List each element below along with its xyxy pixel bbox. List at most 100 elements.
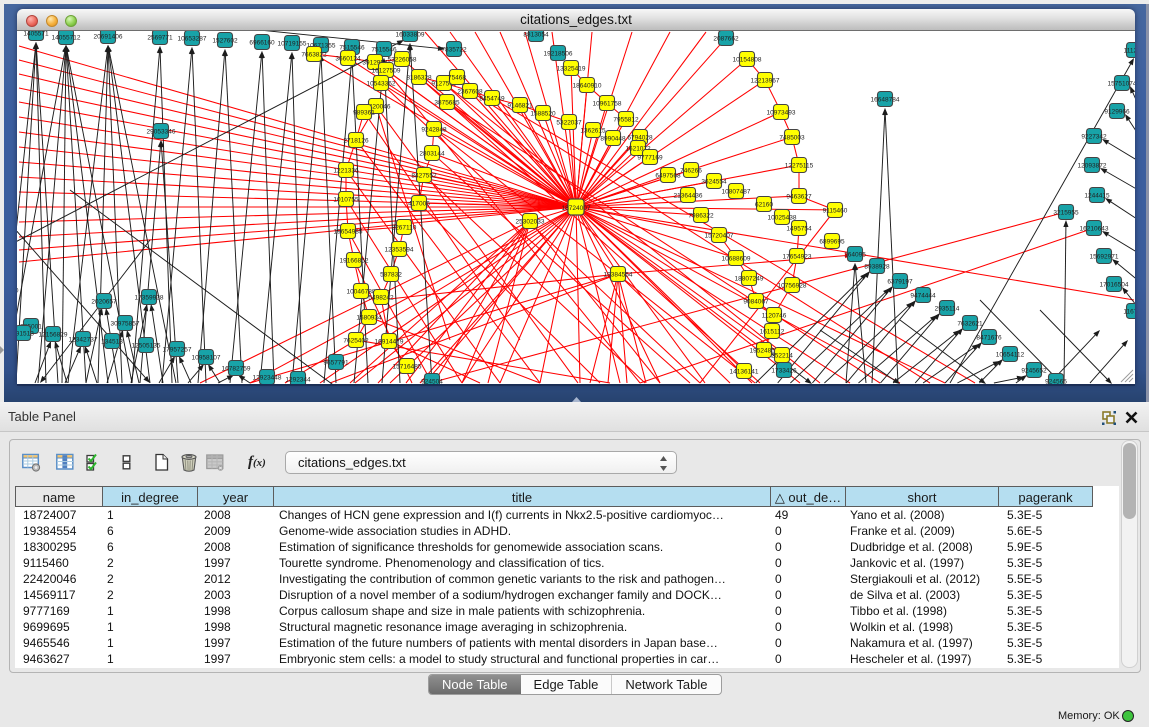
svg-text:75468: 75468 (448, 75, 466, 82)
svg-text:6966160: 6966160 (249, 40, 275, 47)
svg-text:1292344: 1292344 (285, 377, 311, 384)
svg-text:21364436: 21364436 (674, 193, 703, 200)
svg-text:2020657: 2020657 (91, 299, 117, 306)
svg-text:30975857: 30975857 (111, 321, 140, 328)
svg-text:19654985: 19654985 (334, 229, 363, 236)
svg-text:10958107: 10958107 (192, 355, 221, 362)
svg-text:15751074: 15751074 (1108, 81, 1135, 88)
svg-text:12342737: 12342737 (69, 337, 98, 344)
svg-text:9245652: 9245652 (1021, 368, 1047, 375)
svg-text:1527602: 1527602 (212, 38, 238, 45)
svg-text:5498242: 5498242 (368, 295, 394, 302)
svg-text:10756928: 10756928 (778, 283, 807, 290)
svg-text:8454749: 8454749 (479, 96, 505, 103)
svg-text:2718126: 2718126 (343, 138, 369, 145)
svg-text:12213967: 12213967 (751, 78, 780, 85)
svg-text:17957257: 17957257 (163, 347, 192, 354)
svg-text:16127509: 16127509 (372, 68, 401, 75)
svg-text:8938928: 8938928 (864, 264, 890, 271)
svg-text:3267110: 3267110 (392, 225, 417, 232)
svg-text:17359938: 17359938 (135, 295, 164, 302)
svg-text:9657791: 9657791 (323, 360, 349, 367)
svg-text:17654923: 17654923 (783, 254, 812, 261)
svg-text:16782759: 16782759 (222, 366, 251, 373)
svg-text:1495754: 1495754 (786, 226, 812, 233)
svg-text:9242848: 9242848 (421, 127, 447, 134)
svg-text:7625402: 7625402 (343, 338, 369, 345)
svg-text:391513: 391513 (17, 331, 34, 338)
svg-text:1120746: 1120746 (762, 313, 787, 320)
svg-text:5322037: 5322037 (556, 120, 582, 127)
svg-text:10973493: 10973493 (767, 110, 796, 117)
svg-text:989361: 989361 (353, 110, 375, 117)
svg-text:7485003: 7485003 (779, 135, 805, 142)
svg-text:14136141: 14136141 (730, 369, 759, 376)
svg-text:17016504: 17016504 (1100, 282, 1129, 289)
svg-text:3215955: 3215955 (1053, 210, 1079, 217)
svg-text:2087662: 2087662 (713, 36, 739, 43)
svg-text:134513: 134513 (101, 339, 123, 346)
svg-text:7632621: 7632621 (957, 321, 983, 328)
svg-text:18724007: 18724007 (562, 205, 591, 212)
svg-text:417006: 417006 (408, 201, 430, 208)
svg-text:8186328: 8186328 (406, 75, 432, 82)
svg-text:8427552: 8427552 (411, 173, 437, 180)
svg-text:19218506: 19218506 (544, 51, 573, 58)
svg-text:16914479: 16914479 (375, 339, 404, 346)
svg-text:25302033: 25302033 (516, 219, 545, 226)
svg-text:7955812: 7955812 (613, 117, 639, 124)
svg-text:19384554: 19384554 (604, 272, 633, 279)
svg-text:6497568: 6497568 (655, 173, 681, 180)
svg-text:7663822: 7663822 (301, 52, 327, 59)
svg-text:15692971: 15692971 (1090, 254, 1119, 261)
svg-text:1244415: 1244415 (1084, 193, 1110, 200)
svg-text:10154808: 10154808 (733, 57, 762, 64)
svg-text:7986322: 7986322 (688, 213, 714, 220)
svg-text:1588520: 1588520 (530, 111, 556, 118)
svg-text:14055712: 14055712 (52, 35, 81, 42)
svg-text:252214: 252214 (771, 353, 793, 360)
svg-text:10653287: 10653287 (178, 36, 207, 43)
svg-text:2367608: 2367608 (457, 89, 483, 96)
svg-text:9474444: 9474444 (910, 293, 936, 300)
svg-text:19166852: 19166852 (340, 258, 369, 265)
svg-text:2803144: 2803144 (419, 151, 445, 158)
svg-text:8990448: 8990448 (600, 136, 626, 143)
svg-text:16033809: 16033809 (396, 32, 425, 39)
svg-text:10688609: 10688609 (722, 256, 751, 263)
svg-text:1010755: 1010755 (333, 197, 359, 204)
svg-text:164095: 164095 (844, 252, 866, 259)
svg-text:12353594: 12353594 (385, 247, 414, 254)
svg-text:18640910: 18640910 (573, 83, 602, 90)
svg-text:10543362: 10543362 (367, 81, 396, 88)
svg-text:1615112: 1615112 (760, 329, 785, 336)
svg-text:1362615: 1362615 (580, 128, 606, 135)
svg-text:10961758: 10961758 (593, 101, 622, 108)
svg-text:12923448: 12923448 (253, 375, 282, 382)
svg-text:8471676: 8471676 (976, 335, 1002, 342)
svg-text:9777169: 9777169 (637, 155, 663, 162)
svg-text:16210643: 16210643 (1080, 226, 1109, 233)
svg-text:16648784: 16648784 (871, 97, 900, 104)
svg-text:9129966: 9129966 (1104, 109, 1130, 116)
svg-text:10719155: 10719155 (278, 41, 307, 48)
svg-text:20691406: 20691406 (94, 34, 123, 41)
svg-text:12093872: 12093872 (1078, 163, 1107, 170)
svg-text:15720407: 15720407 (705, 233, 734, 240)
svg-text:9084067: 9084067 (743, 299, 769, 306)
svg-text:13325419: 13325419 (557, 66, 586, 73)
svg-text:9115460: 9115460 (823, 208, 848, 215)
svg-text:10654112: 10654112 (996, 352, 1025, 359)
svg-text:9227342: 9227342 (1081, 134, 1107, 141)
svg-text:116753: 116753 (1123, 309, 1135, 316)
svg-text:3624554: 3624554 (701, 179, 727, 186)
svg-text:12156829: 12156829 (39, 332, 68, 339)
svg-text:111213: 111213 (1124, 48, 1135, 55)
svg-text:7835722: 7835722 (441, 47, 467, 54)
svg-text:29053346: 29053346 (147, 129, 176, 136)
svg-text:62160: 62160 (755, 202, 773, 209)
svg-text:18807249: 18807249 (735, 276, 764, 283)
svg-text:3875685: 3875685 (434, 100, 460, 107)
svg-text:15716485: 15716485 (393, 364, 422, 371)
svg-text:746266: 746266 (680, 168, 702, 175)
